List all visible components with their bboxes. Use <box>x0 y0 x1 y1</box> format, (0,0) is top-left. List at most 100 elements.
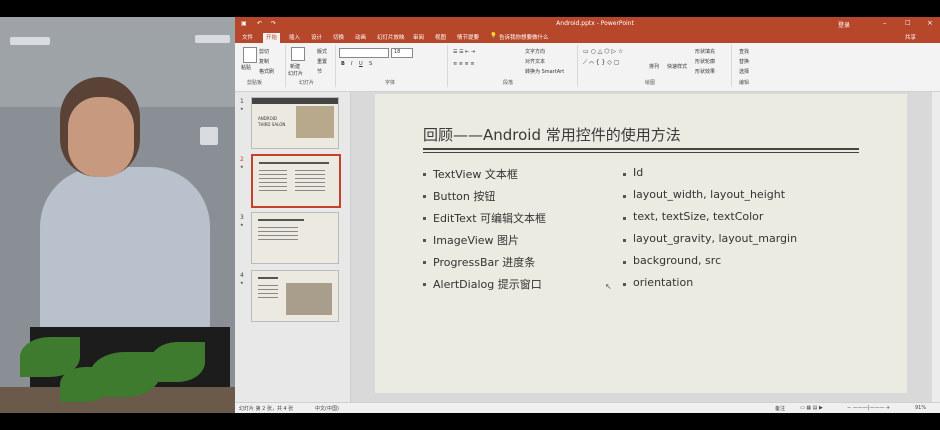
thumb-title-line: ANDROID <box>258 116 277 121</box>
group-separator <box>577 45 578 87</box>
slide-title[interactable]: 回顾——Android 常用控件的使用方法 <box>423 124 681 145</box>
slide-thumbnail-3[interactable] <box>251 212 339 264</box>
login-link[interactable]: 登录 <box>838 20 850 29</box>
tab-design[interactable]: 设计 <box>311 33 322 41</box>
ribbon: 粘贴 剪切 复制 格式刷 剪贴板 新建 幻灯片 版式 重置 节 幻灯片 18 B… <box>235 43 940 92</box>
view-buttons[interactable]: ▭ ▦ ▤ ▶ <box>800 405 823 411</box>
shadow-button[interactable]: S <box>369 61 372 67</box>
tab-storyboard[interactable]: 情节提要 <box>457 33 479 41</box>
bullets-icon[interactable]: ☰ ☰ ⇤ ⇥ <box>453 49 475 55</box>
close-icon[interactable]: × <box>927 19 933 27</box>
group-drawing: 绘图 <box>645 80 656 86</box>
smartart-button[interactable]: 转换为 SmartArt <box>525 68 564 75</box>
right-bullet[interactable]: background, src <box>633 254 721 267</box>
group-font: 字体 <box>385 80 396 86</box>
bold-button[interactable]: B <box>341 61 345 67</box>
zoom-level[interactable]: 91% <box>915 405 926 411</box>
thumb-text-lines <box>295 170 325 192</box>
language-indicator[interactable]: 中文(中国) <box>315 405 339 412</box>
right-bullet[interactable]: text, textSize, textColor <box>633 210 763 223</box>
thumb-title-line <box>258 219 304 221</box>
select-button[interactable]: 选择 <box>739 68 749 75</box>
status-bar: 幻灯片 第 2 张，共 4 张 中文(中国) 备注 ▭ ▦ ▤ ▶ − ———|… <box>235 402 940 413</box>
left-bullet[interactable]: AlertDialog 提示窗口 <box>433 276 542 292</box>
tab-view[interactable]: 视图 <box>435 33 446 41</box>
paste-button[interactable]: 粘贴 <box>241 64 251 71</box>
thumb-number: 2 <box>240 156 244 163</box>
share-button[interactable]: 共享 <box>905 33 916 41</box>
tab-insert[interactable]: 插入 <box>289 33 300 41</box>
underline-button[interactable]: U <box>359 61 363 67</box>
thumb-image <box>296 106 334 138</box>
align-icons[interactable]: ≡ ≡ ≡ ≡ <box>453 61 475 67</box>
bullet-marker <box>623 217 626 220</box>
vertical-scrollbar[interactable] <box>932 92 940 402</box>
cut-button[interactable]: 剪切 <box>259 48 269 55</box>
font-name-box[interactable] <box>339 48 389 58</box>
plant-leaf <box>150 342 205 382</box>
powerpoint-window: ▣ ↶ ↷ Android.pptx - PowerPoint 登录 – □ ×… <box>235 17 940 413</box>
plant-leaf <box>60 367 110 402</box>
undo-icon[interactable]: ↶ <box>257 20 262 27</box>
zoom-slider[interactable]: − ———|——— + <box>847 405 890 411</box>
slide-thumbnail-2[interactable] <box>251 154 341 208</box>
copy-button[interactable]: 复制 <box>259 58 269 65</box>
text-direction-button[interactable]: 文字方向 <box>525 48 545 55</box>
shape-outline-button[interactable]: 形状轮廓 <box>695 58 715 65</box>
redo-icon[interactable]: ↷ <box>271 20 276 27</box>
right-bullet[interactable]: layout_width, layout_height <box>633 188 785 201</box>
left-bullet[interactable]: TextView 文本框 <box>433 166 518 182</box>
shape-fill-button[interactable]: 形状填充 <box>695 48 715 55</box>
save-icon[interactable]: ▣ <box>241 20 247 27</box>
quick-styles-button[interactable]: 快速样式 <box>667 63 687 70</box>
tab-transitions[interactable]: 切换 <box>333 33 344 41</box>
right-bullet[interactable]: layout_gravity, layout_margin <box>633 232 797 245</box>
tab-file[interactable]: 文件 <box>242 33 253 41</box>
left-bullet[interactable]: Button 按钮 <box>433 188 495 204</box>
slide-2[interactable]: 回顾——Android 常用控件的使用方法 TextView 文本框 Butto… <box>375 94 907 393</box>
slide-count: 幻灯片 第 2 张，共 4 张 <box>239 406 294 412</box>
new-slide-icon[interactable] <box>291 47 305 61</box>
section-button[interactable]: 节 <box>317 68 322 75</box>
thumb-title-line <box>259 162 329 164</box>
window-title: Android.pptx - PowerPoint <box>556 20 634 27</box>
slide-thumbnail-4[interactable] <box>251 270 339 322</box>
tab-review[interactable]: 审阅 <box>413 33 424 41</box>
tab-animations[interactable]: 动画 <box>355 33 366 41</box>
new-slide-button[interactable]: 新建 <box>290 63 300 70</box>
right-bullet[interactable]: Id <box>633 166 643 179</box>
left-bullet[interactable]: ImageView 图片 <box>433 232 519 248</box>
maximize-icon[interactable]: □ <box>905 19 911 26</box>
shapes-gallery[interactable]: ▭ ○ △ ⬡ ▷ ☆ <box>583 48 623 55</box>
tell-me-box[interactable]: 告诉我你想要做什么 <box>499 33 549 41</box>
format-painter-button[interactable]: 格式刷 <box>259 68 274 75</box>
shape-effects-button[interactable]: 形状效果 <box>695 68 715 75</box>
layout-button[interactable]: 版式 <box>317 48 327 55</box>
bullet-marker <box>423 173 426 176</box>
bullet-marker <box>623 173 626 176</box>
reset-button[interactable]: 重置 <box>317 58 327 65</box>
slide-thumbnail-1[interactable]: ANDROID THIRD SALON <box>251 97 339 149</box>
left-bullet[interactable]: ProgressBar 进度条 <box>433 254 535 270</box>
tab-slideshow[interactable]: 幻灯片放映 <box>377 33 405 41</box>
left-bullet[interactable]: EditText 可编辑文本框 <box>433 210 546 226</box>
tab-home[interactable]: 开始 <box>263 33 281 43</box>
right-bullet[interactable]: orientation <box>633 276 693 289</box>
arrange-button[interactable]: 排列 <box>649 63 659 70</box>
thumb-subtitle-line: THIRD SALON <box>258 122 286 127</box>
shapes-gallery-row2[interactable]: ⟋ ⌒ { } ◇ ▢ <box>583 59 619 67</box>
replace-button[interactable]: 替换 <box>739 58 749 65</box>
find-button[interactable]: 查找 <box>739 48 749 55</box>
minimize-icon[interactable]: – <box>883 19 887 27</box>
bullet-marker <box>423 217 426 220</box>
font-size-box[interactable]: 18 <box>391 48 413 58</box>
paste-icon[interactable] <box>243 47 257 63</box>
lightbulb-icon: 💡 <box>490 33 497 39</box>
bullet-marker <box>623 261 626 264</box>
bullet-marker <box>423 195 426 198</box>
title-rule-thin <box>423 152 859 153</box>
italic-button[interactable]: I <box>351 61 352 67</box>
notes-button[interactable]: 备注 <box>775 405 785 412</box>
align-text-button[interactable]: 对齐文本 <box>525 58 545 65</box>
mouse-cursor-icon: ↖ <box>605 282 612 291</box>
